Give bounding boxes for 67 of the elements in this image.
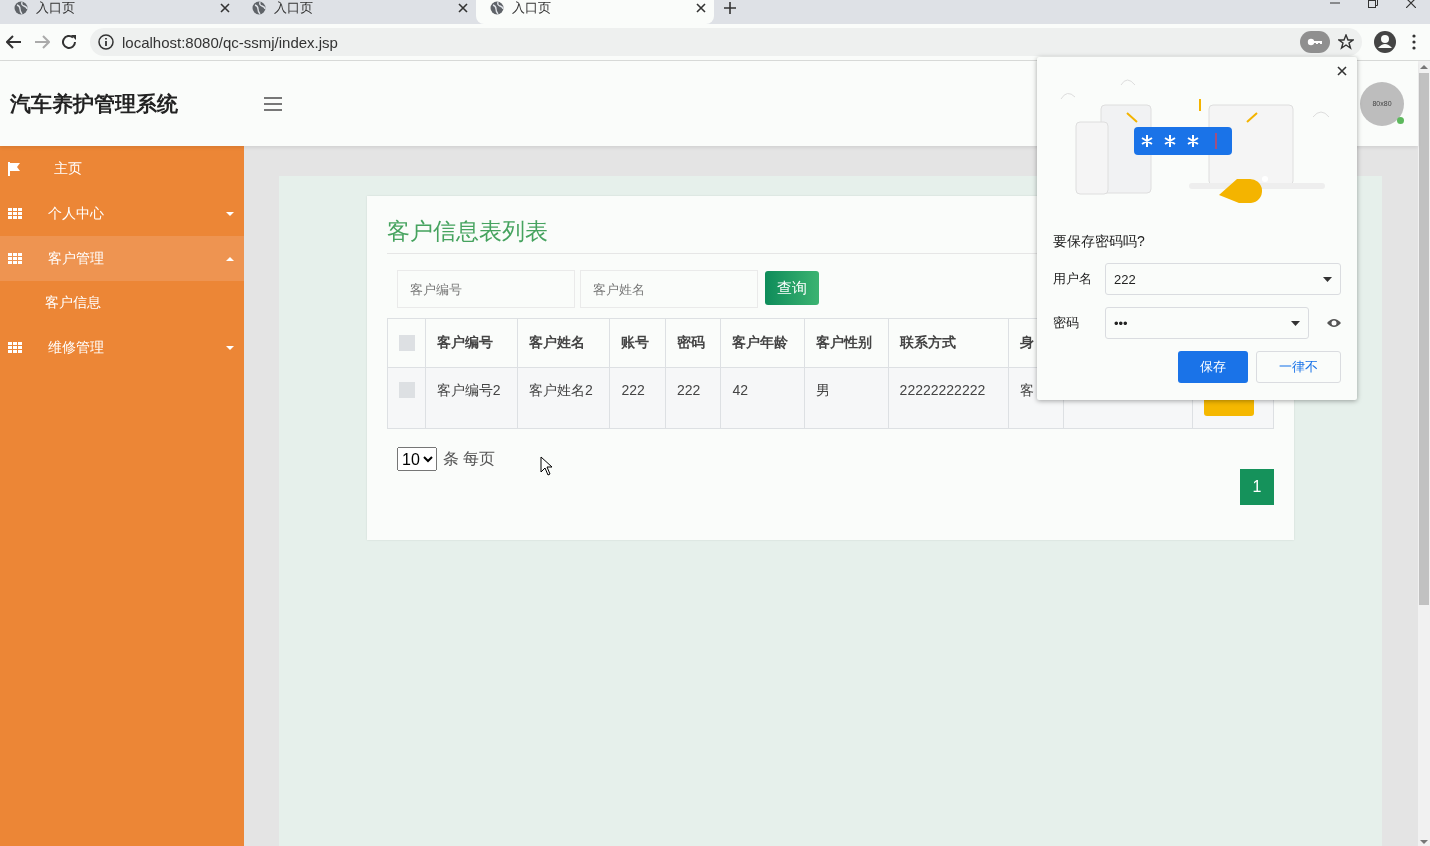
browser-tab[interactable]: 入口页 <box>476 0 714 24</box>
globe-icon <box>490 1 504 15</box>
search-field[interactable]: 客户编号 <box>397 270 575 308</box>
save-button[interactable]: 保存 <box>1178 351 1248 383</box>
profile-icon[interactable] <box>1374 31 1396 53</box>
column-header: 账号 <box>609 318 666 368</box>
close-icon[interactable] <box>1406 0 1416 8</box>
browser-tab[interactable]: 入口页 <box>0 0 238 24</box>
close-icon[interactable] <box>1337 66 1347 76</box>
browser-tab[interactable]: 入口页 <box>238 0 476 24</box>
table-cell: 222 <box>665 367 721 429</box>
menu-icon[interactable] <box>1412 34 1416 50</box>
scroll-up-icon[interactable] <box>1420 65 1428 69</box>
username-field[interactable]: 222 <box>1105 263 1341 295</box>
star-icon[interactable] <box>1338 34 1354 50</box>
grid-icon <box>8 253 22 264</box>
address-bar[interactable]: localhost:8080/qc-ssmj/index.jsp <box>90 28 1362 56</box>
password-field[interactable]: ••• <box>1105 307 1309 339</box>
new-tab-icon[interactable] <box>724 2 736 14</box>
search-button[interactable]: 查询 <box>765 271 819 305</box>
close-icon[interactable] <box>696 3 706 13</box>
table-cell: 客户姓名2 <box>517 367 610 429</box>
page-size-select[interactable]: 10 <box>397 447 437 471</box>
column-header: 客户编号 <box>425 318 518 368</box>
dropdown-icon[interactable] <box>1291 320 1300 326</box>
info-icon[interactable] <box>98 34 114 50</box>
field-label: 用户名 <box>1053 270 1093 288</box>
key-icon[interactable] <box>1300 31 1330 53</box>
column-header: 联系方式 <box>888 318 1009 368</box>
close-icon[interactable] <box>458 3 468 13</box>
column-header: 客户姓名 <box>517 318 610 368</box>
table-cell: 222 <box>609 367 666 429</box>
grid-icon <box>8 208 22 219</box>
eye-icon[interactable] <box>1327 318 1341 328</box>
never-button[interactable]: 一律不 <box>1256 351 1341 383</box>
page-size-label: 条 每页 <box>443 448 496 469</box>
column-header: 客户年龄 <box>720 318 805 368</box>
reload-icon[interactable] <box>62 34 78 50</box>
sidebar-item[interactable]: 维修管理 <box>0 325 244 370</box>
caret-icon <box>226 345 234 350</box>
search-field[interactable]: 客户姓名 <box>580 270 758 308</box>
caret-icon <box>226 256 234 261</box>
table-cell: 42 <box>720 367 805 429</box>
back-icon[interactable] <box>6 34 22 50</box>
dialog-title: 要保存密码吗? <box>1053 233 1146 251</box>
app-title: 汽车养护管理系统 <box>10 90 178 117</box>
page-button[interactable]: 1 <box>1240 469 1274 505</box>
sidebar-subitem[interactable]: 客户信息 <box>0 281 244 325</box>
restore-icon[interactable] <box>1368 0 1378 8</box>
flag-icon <box>8 161 20 176</box>
checkbox[interactable] <box>399 382 415 398</box>
sidebar-item[interactable]: 客户管理 <box>0 236 244 281</box>
caret-icon <box>226 211 234 216</box>
dropdown-icon[interactable] <box>1323 276 1332 282</box>
sidebar-item[interactable]: 主页 <box>0 146 244 191</box>
table-cell: 客户编号2 <box>425 367 518 429</box>
table-cell: 男 <box>804 367 889 429</box>
sidebar-item[interactable]: 个人中心 <box>0 191 244 236</box>
scrollbar[interactable] <box>1418 61 1430 846</box>
close-icon[interactable] <box>220 3 230 13</box>
column-header: 客户性别 <box>804 318 889 368</box>
table-cell: 22222222222 <box>888 367 1009 429</box>
column-header: 密码 <box>665 318 721 368</box>
checkbox[interactable] <box>399 335 415 351</box>
scroll-down-icon[interactable] <box>1420 840 1428 844</box>
cursor-icon <box>540 456 553 476</box>
grid-icon <box>8 342 22 353</box>
